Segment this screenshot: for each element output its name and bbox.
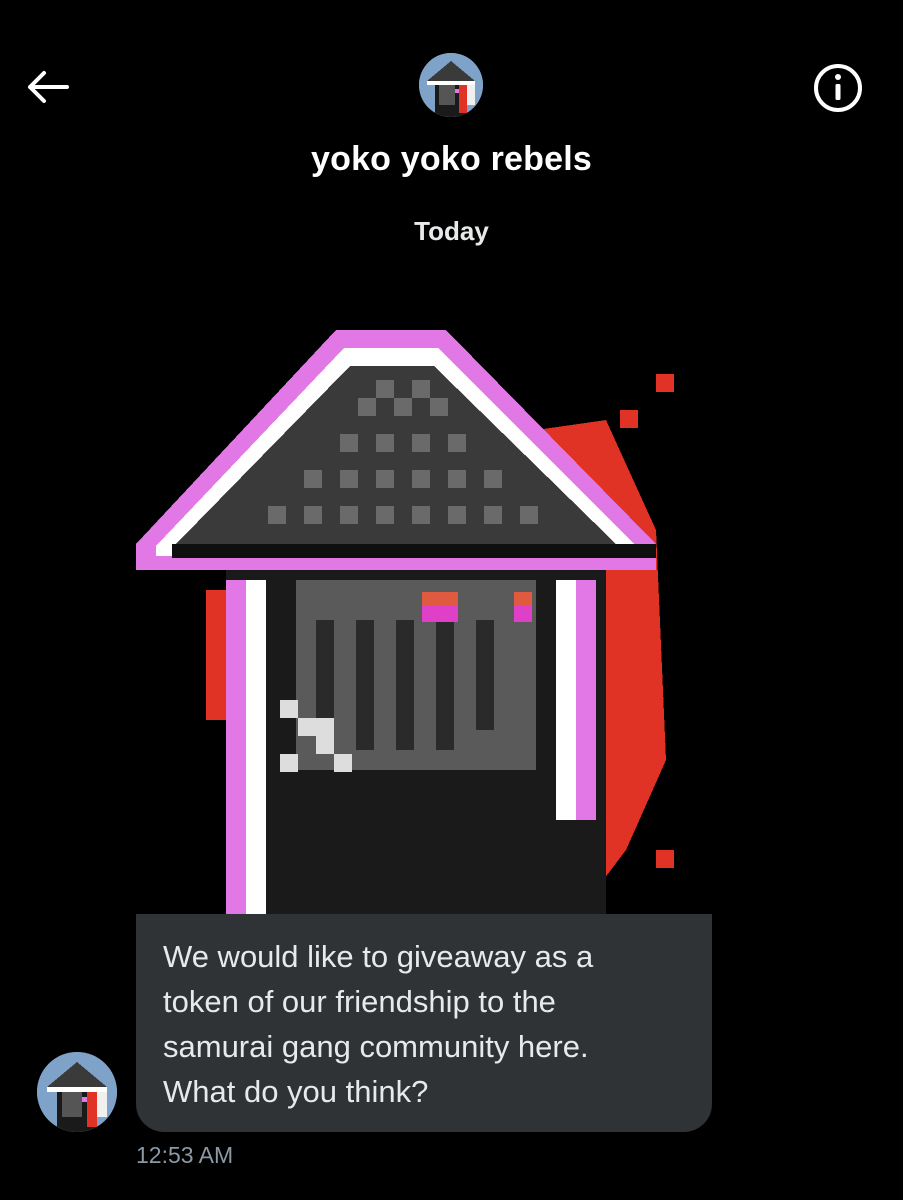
message-line: samurai gang community here. xyxy=(163,1029,589,1064)
message-line: We would like to giveaway as a xyxy=(163,939,594,974)
date-separator: Today xyxy=(414,216,489,246)
message-timestamp: 12:53 AM xyxy=(136,1142,234,1168)
message-line: token of our friendship to the xyxy=(163,984,556,1019)
conversation-header: yoko yoko rebels Today xyxy=(0,0,903,260)
sender-avatar[interactable] xyxy=(37,1052,117,1132)
back-button[interactable] xyxy=(20,60,74,114)
pixel-samurai-avatar xyxy=(37,1052,117,1132)
conversation-title[interactable]: yoko yoko rebels xyxy=(0,140,903,179)
arrow-left-icon xyxy=(28,71,69,103)
info-circle-icon xyxy=(814,64,862,112)
message-bubble[interactable]: We would like to giveaway as a token of … xyxy=(136,914,712,1132)
message-image[interactable] xyxy=(136,330,712,916)
header-avatar[interactable] xyxy=(419,53,483,117)
pixel-samurai-avatar xyxy=(419,53,483,117)
message-line: What do you think? xyxy=(163,1074,429,1109)
info-button[interactable] xyxy=(810,60,866,116)
pixel-samurai-image xyxy=(136,330,712,916)
